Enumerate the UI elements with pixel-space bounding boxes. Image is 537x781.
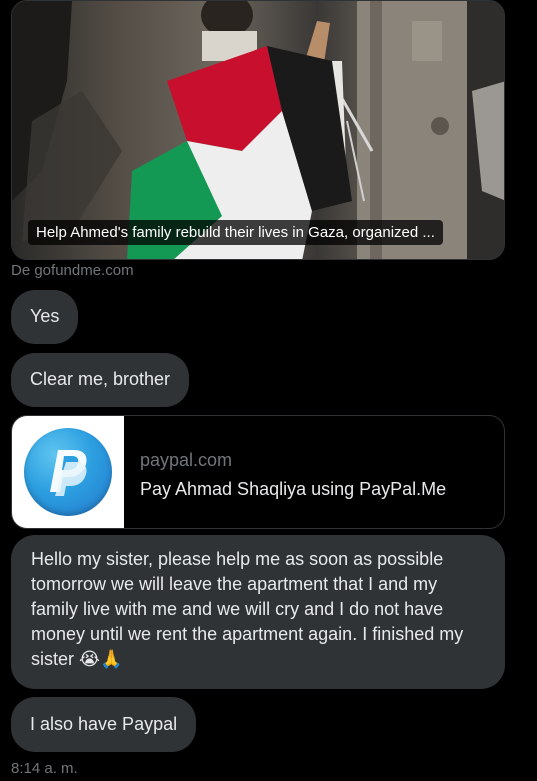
paypal-card-domain: paypal.com [140,450,233,470]
message-bubble: Clear me, brother [11,353,190,407]
paypal-card-title: Pay Ahmad Shaqliya using PayPal.Me [140,479,447,499]
message-bubble: I also have Paypal [11,697,197,752]
message-timestamp: 8:14 a. m. [11,760,78,777]
gofundme-link-card[interactable]: Help Ahmed's family rebuild their lives … [11,0,505,260]
link-source-label: De gofundme.com [11,262,134,279]
message-text: I also have Paypal [30,714,178,734]
message-text: Yes [30,306,60,326]
paypal-thumbnail [12,416,124,528]
message-text: Hello my sister, please help me as soon … [31,549,464,669]
link-preview-caption: Help Ahmed's family rebuild their lives … [28,220,443,245]
paypal-logo-icon [24,428,112,516]
message-text: Clear me, brother [30,369,171,389]
paypal-link-card[interactable]: paypal.com Pay Ahmad Shaqliya using PayP… [11,415,505,529]
message-bubble: Yes [11,290,79,344]
message-bubble: Hello my sister, please help me as soon … [11,535,505,689]
